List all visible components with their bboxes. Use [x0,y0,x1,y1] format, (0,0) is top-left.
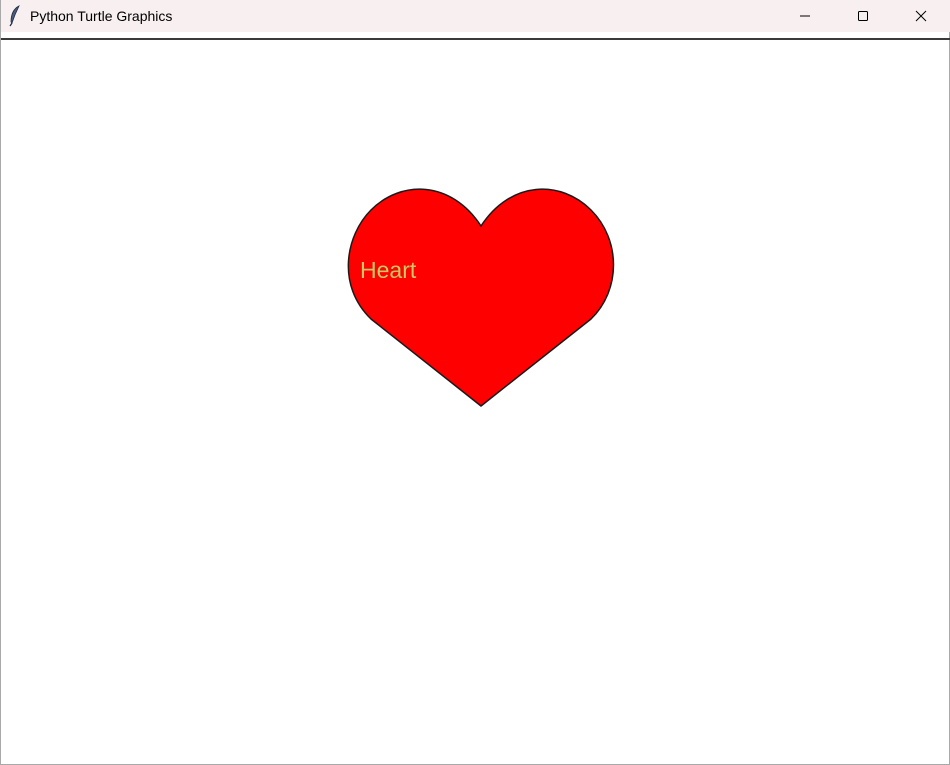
close-icon [915,10,927,22]
drawing-surface [347,188,615,407]
minimize-button[interactable] [776,0,834,32]
feather-icon [7,5,23,27]
maximize-icon [858,11,868,21]
close-button[interactable] [892,0,950,32]
minimize-icon [800,15,810,17]
window-controls [776,0,950,32]
window-title: Python Turtle Graphics [30,8,173,24]
turtle-canvas[interactable]: Heart [1,40,949,763]
turtle-window: Python Turtle Graphics Heart [0,0,950,765]
maximize-button[interactable] [834,0,892,32]
heart-shape [347,188,615,407]
heart-label: Heart [360,257,417,283]
title-bar[interactable]: Python Turtle Graphics [1,0,950,32]
